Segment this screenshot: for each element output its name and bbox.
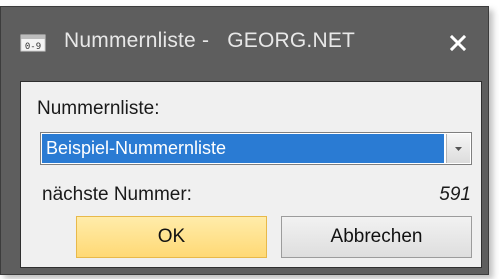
cancel-button[interactable]: Abbrechen — [281, 216, 472, 258]
number-list-icon: 0-9 — [20, 34, 46, 52]
svg-text:0-9: 0-9 — [25, 42, 41, 52]
close-button[interactable] — [444, 30, 472, 56]
dialog-content: Nummernliste: Beispiel-Nummernliste näch… — [20, 81, 482, 268]
ok-button[interactable]: OK — [76, 216, 267, 258]
next-number-label: nächste Nummer: — [42, 184, 192, 205]
dialog-window: 0-9 Nummernliste - GEORG.NET Nummernlist… — [0, 6, 489, 275]
dropdown-button[interactable] — [446, 134, 470, 163]
chevron-down-icon — [447, 147, 470, 167]
next-number-value: 591 — [439, 184, 471, 205]
list-select[interactable]: Beispiel-Nummernliste — [40, 132, 472, 165]
close-icon — [444, 34, 472, 60]
window-title: Nummernliste - GEORG.NET — [64, 29, 356, 52]
page: 0-9 Nummernliste - GEORG.NET Nummernlist… — [0, 0, 499, 279]
title-bar[interactable]: 0-9 Nummernliste - GEORG.NET — [1, 7, 488, 81]
list-selected-value[interactable]: Beispiel-Nummernliste — [42, 134, 444, 163]
list-label: Nummernliste: — [37, 98, 160, 119]
